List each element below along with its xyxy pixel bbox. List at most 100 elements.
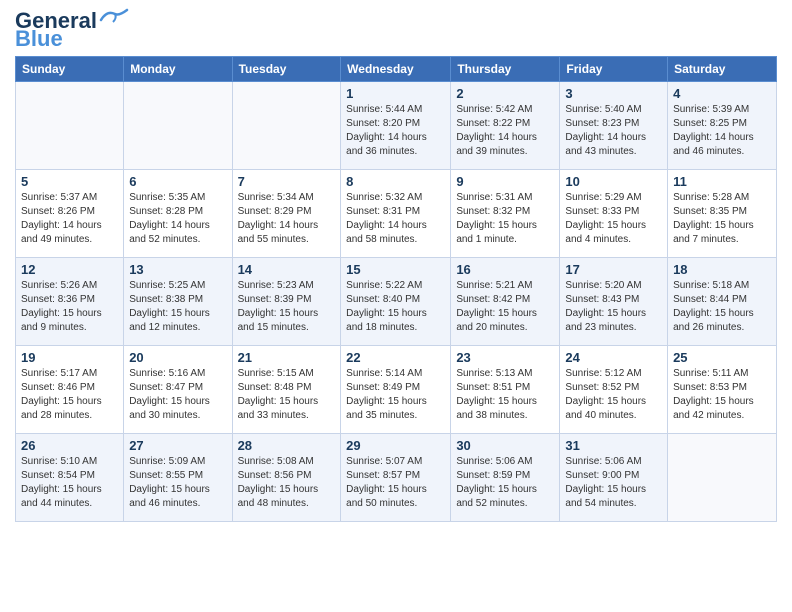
calendar-day: 8Sunrise: 5:32 AM Sunset: 8:31 PM Daylig… xyxy=(341,170,451,258)
day-info: Sunrise: 5:37 AM Sunset: 8:26 PM Dayligh… xyxy=(21,191,118,247)
calendar-day: 2 Sunrise: 5:42 AM Sunset: 8:22 PM Daylig… xyxy=(451,82,560,170)
day-number: 5 xyxy=(21,174,118,189)
calendar-day: 7 Sunrise: 5:34 AM Sunset: 8:29 PM Daylig… xyxy=(232,170,341,258)
logo-bird-icon xyxy=(99,8,129,30)
calendar-day xyxy=(232,82,341,170)
weekday-header-saturday: Saturday xyxy=(668,57,777,82)
day-info: Sunrise: 5:15 AM Sunset: 8:48 PM Dayligh… xyxy=(238,367,336,423)
day-number: 10 xyxy=(565,174,662,189)
day-info: Sunrise: 5:06 AM Sunset: 9:00 PM Dayligh… xyxy=(565,455,662,511)
calendar-day: 17 Sunrise: 5:20 AM Sunset: 8:43 PM Dayli… xyxy=(560,258,668,346)
day-number: 30 xyxy=(456,438,554,453)
day-info: Sunrise: 5:09 AM Sunset: 8:55 PM Dayligh… xyxy=(129,455,226,511)
day-number: 25 xyxy=(673,350,771,365)
weekday-header-friday: Friday xyxy=(560,57,668,82)
calendar-day: 3 Sunrise: 5:40 AM Sunset: 8:23 PM Daylig… xyxy=(560,82,668,170)
day-number: 7 xyxy=(238,174,336,189)
calendar-day xyxy=(668,434,777,522)
day-info: Sunrise: 5:25 AM Sunset: 8:38 PM Dayligh… xyxy=(129,279,226,335)
calendar-day: 1 Sunrise: 5:44 AM Sunset: 8:20 PM Daylig… xyxy=(341,82,451,170)
day-info: Sunrise: 5:16 AM Sunset: 8:47 PM Dayligh… xyxy=(129,367,226,423)
day-number: 3 xyxy=(565,86,662,101)
calendar-day: 28 Sunrise: 5:08 AM Sunset: 8:56 PM Dayli… xyxy=(232,434,341,522)
day-info: Sunrise: 5:07 AM Sunset: 8:57 PM Dayligh… xyxy=(346,455,445,511)
day-number: 21 xyxy=(238,350,336,365)
calendar-day: 21 Sunrise: 5:15 AM Sunset: 8:48 PM Dayli… xyxy=(232,346,341,434)
day-number: 13 xyxy=(129,262,226,277)
day-info: Sunrise: 5:08 AM Sunset: 8:56 PM Dayligh… xyxy=(238,455,336,511)
weekday-header-wednesday: Wednesday xyxy=(341,57,451,82)
day-info: Sunrise: 5:18 AM Sunset: 8:44 PM Dayligh… xyxy=(673,279,771,335)
day-number: 14 xyxy=(238,262,336,277)
calendar-day xyxy=(16,82,124,170)
day-info: Sunrise: 5:13 AM Sunset: 8:51 PM Dayligh… xyxy=(456,367,554,423)
day-number: 22 xyxy=(346,350,445,365)
calendar-day: 19 Sunrise: 5:17 AM Sunset: 8:46 PM Dayli… xyxy=(16,346,124,434)
calendar-day: 22Sunrise: 5:14 AM Sunset: 8:49 PM Dayli… xyxy=(341,346,451,434)
day-number: 29 xyxy=(346,438,445,453)
calendar-day: 14 Sunrise: 5:23 AM Sunset: 8:39 PM Dayli… xyxy=(232,258,341,346)
day-info: Sunrise: 5:10 AM Sunset: 8:54 PM Dayligh… xyxy=(21,455,118,511)
day-number: 19 xyxy=(21,350,118,365)
calendar-week-1: 1 Sunrise: 5:44 AM Sunset: 8:20 PM Daylig… xyxy=(16,82,777,170)
day-info: Sunrise: 5:34 AM Sunset: 8:29 PM Dayligh… xyxy=(238,191,336,247)
day-info: Sunrise: 5:22 AM Sunset: 8:40 PM Dayligh… xyxy=(346,279,445,335)
day-info: Sunrise: 5:17 AM Sunset: 8:46 PM Dayligh… xyxy=(21,367,118,423)
day-info: Sunrise: 5:29 AM Sunset: 8:33 PM Dayligh… xyxy=(565,191,662,247)
calendar-day: 25 Sunrise: 5:11 AM Sunset: 8:53 PM Dayli… xyxy=(668,346,777,434)
weekday-header-monday: Monday xyxy=(124,57,232,82)
day-info: Sunrise: 5:32 AM Sunset: 8:31 PM Dayligh… xyxy=(346,191,445,247)
calendar-week-2: 5 Sunrise: 5:37 AM Sunset: 8:26 PM Daylig… xyxy=(16,170,777,258)
day-info: Sunrise: 5:11 AM Sunset: 8:53 PM Dayligh… xyxy=(673,367,771,423)
calendar-day: 23Sunrise: 5:13 AM Sunset: 8:51 PM Dayli… xyxy=(451,346,560,434)
day-info: Sunrise: 5:12 AM Sunset: 8:52 PM Dayligh… xyxy=(565,367,662,423)
day-number: 24 xyxy=(565,350,662,365)
calendar-day: 16Sunrise: 5:21 AM Sunset: 8:42 PM Dayli… xyxy=(451,258,560,346)
day-number: 28 xyxy=(238,438,336,453)
day-info: Sunrise: 5:21 AM Sunset: 8:42 PM Dayligh… xyxy=(456,279,554,335)
calendar-day: 9Sunrise: 5:31 AM Sunset: 8:32 PM Daylig… xyxy=(451,170,560,258)
calendar-day: 12 Sunrise: 5:26 AM Sunset: 8:36 PM Dayli… xyxy=(16,258,124,346)
calendar-week-4: 19 Sunrise: 5:17 AM Sunset: 8:46 PM Dayli… xyxy=(16,346,777,434)
day-number: 1 xyxy=(346,86,445,101)
calendar-table: SundayMondayTuesdayWednesdayThursdayFrid… xyxy=(15,56,777,522)
day-number: 2 xyxy=(456,86,554,101)
calendar-day: 6Sunrise: 5:35 AM Sunset: 8:28 PM Daylig… xyxy=(124,170,232,258)
calendar-week-5: 26 Sunrise: 5:10 AM Sunset: 8:54 PM Dayli… xyxy=(16,434,777,522)
weekday-header-thursday: Thursday xyxy=(451,57,560,82)
calendar-day xyxy=(124,82,232,170)
day-info: Sunrise: 5:44 AM Sunset: 8:20 PM Dayligh… xyxy=(346,103,445,159)
day-info: Sunrise: 5:23 AM Sunset: 8:39 PM Dayligh… xyxy=(238,279,336,335)
page-container: General Blue SundayMondayTuesdayWednesda… xyxy=(0,0,792,527)
day-info: Sunrise: 5:26 AM Sunset: 8:36 PM Dayligh… xyxy=(21,279,118,335)
day-number: 12 xyxy=(21,262,118,277)
day-info: Sunrise: 5:28 AM Sunset: 8:35 PM Dayligh… xyxy=(673,191,771,247)
logo: General Blue xyxy=(15,10,129,50)
calendar-day: 4 Sunrise: 5:39 AM Sunset: 8:25 PM Daylig… xyxy=(668,82,777,170)
day-number: 26 xyxy=(21,438,118,453)
calendar-day: 30Sunrise: 5:06 AM Sunset: 8:59 PM Dayli… xyxy=(451,434,560,522)
calendar-day: 10 Sunrise: 5:29 AM Sunset: 8:33 PM Dayli… xyxy=(560,170,668,258)
day-info: Sunrise: 5:42 AM Sunset: 8:22 PM Dayligh… xyxy=(456,103,554,159)
day-number: 20 xyxy=(129,350,226,365)
calendar-day: 27 Sunrise: 5:09 AM Sunset: 8:55 PM Dayli… xyxy=(124,434,232,522)
calendar-day: 29 Sunrise: 5:07 AM Sunset: 8:57 PM Dayli… xyxy=(341,434,451,522)
calendar-day: 24 Sunrise: 5:12 AM Sunset: 8:52 PM Dayli… xyxy=(560,346,668,434)
header: General Blue xyxy=(15,10,777,50)
calendar-day: 20 Sunrise: 5:16 AM Sunset: 8:47 PM Dayli… xyxy=(124,346,232,434)
day-info: Sunrise: 5:20 AM Sunset: 8:43 PM Dayligh… xyxy=(565,279,662,335)
day-number: 17 xyxy=(565,262,662,277)
weekday-header-sunday: Sunday xyxy=(16,57,124,82)
weekday-header-tuesday: Tuesday xyxy=(232,57,341,82)
weekday-header-row: SundayMondayTuesdayWednesdayThursdayFrid… xyxy=(16,57,777,82)
day-info: Sunrise: 5:40 AM Sunset: 8:23 PM Dayligh… xyxy=(565,103,662,159)
calendar-day: 11Sunrise: 5:28 AM Sunset: 8:35 PM Dayli… xyxy=(668,170,777,258)
calendar-week-3: 12 Sunrise: 5:26 AM Sunset: 8:36 PM Dayli… xyxy=(16,258,777,346)
calendar-day: 31Sunrise: 5:06 AM Sunset: 9:00 PM Dayli… xyxy=(560,434,668,522)
day-number: 27 xyxy=(129,438,226,453)
day-info: Sunrise: 5:31 AM Sunset: 8:32 PM Dayligh… xyxy=(456,191,554,247)
day-info: Sunrise: 5:39 AM Sunset: 8:25 PM Dayligh… xyxy=(673,103,771,159)
calendar-day: 26 Sunrise: 5:10 AM Sunset: 8:54 PM Dayli… xyxy=(16,434,124,522)
calendar-day: 15Sunrise: 5:22 AM Sunset: 8:40 PM Dayli… xyxy=(341,258,451,346)
day-number: 4 xyxy=(673,86,771,101)
